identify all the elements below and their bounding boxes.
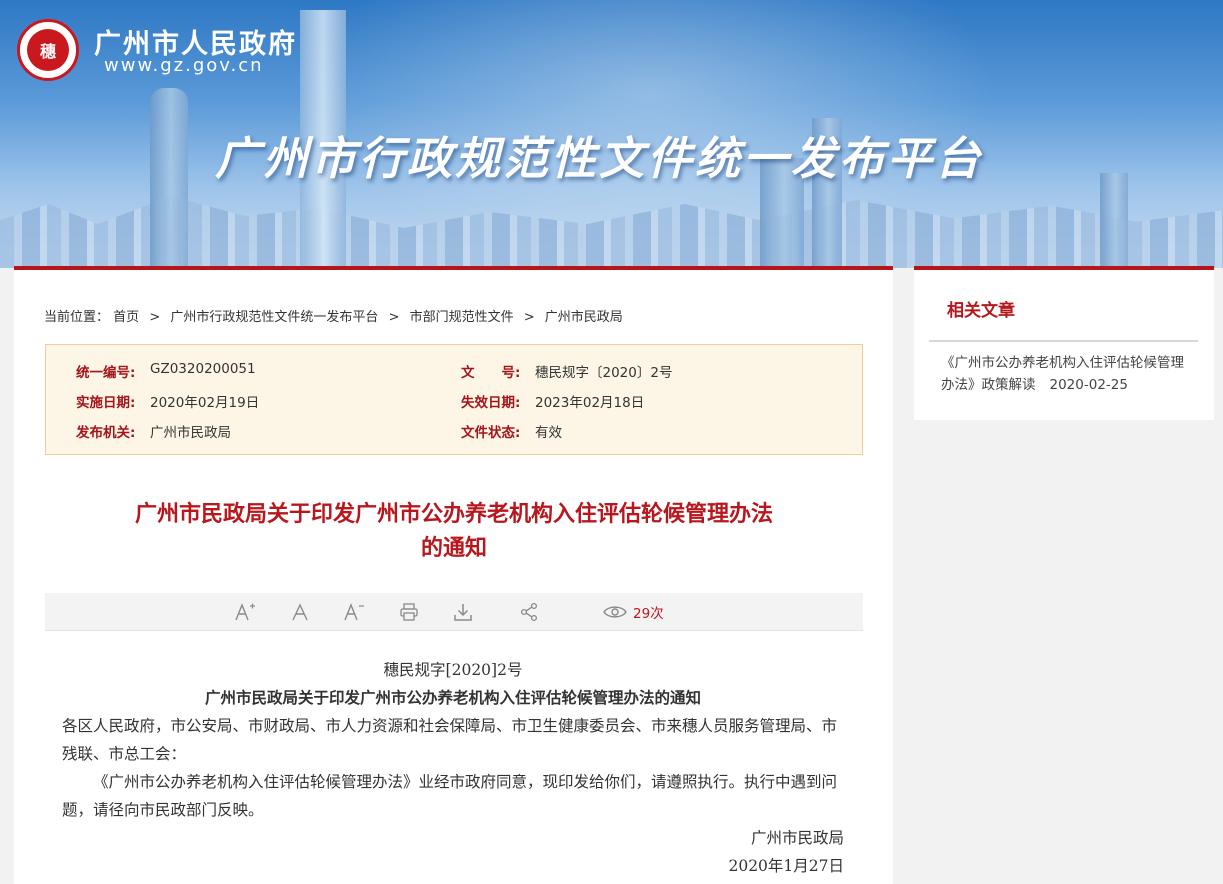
related-articles-panel: 相关文章 《广州市公办养老机构入住评估轮候管理办法》政策解读 2020-02-25 bbox=[914, 266, 1214, 420]
font-normal-icon[interactable] bbox=[288, 593, 312, 630]
body-paragraph: 《广州市公办养老机构入住评估轮候管理办法》业经市政府同意，现印发给你们，请遵照执… bbox=[62, 773, 838, 819]
docno-label: 文 号: bbox=[461, 365, 521, 381]
related-articles-title: 相关文章 bbox=[947, 301, 1015, 321]
download-icon[interactable] bbox=[451, 593, 475, 630]
article-toolbar: 29次 bbox=[45, 593, 863, 631]
government-emblem-logo[interactable]: 穗 bbox=[17, 19, 79, 81]
start-date-label: 实施日期: bbox=[76, 395, 136, 411]
doc-number: 穗民规字[2020]2号 bbox=[383, 661, 523, 679]
recipients: 各区人民政府，市公安局、市财政局、市人力资源和社会保障局、市卫生健康委员会、市来… bbox=[62, 717, 838, 763]
end-date-value: 2023年02月18日 bbox=[535, 395, 645, 411]
banner-tower bbox=[1100, 173, 1128, 268]
print-icon[interactable] bbox=[397, 593, 421, 630]
document-title-line1: 广州市民政局关于印发广州市公办养老机构入住评估轮候管理办法 bbox=[134, 502, 773, 527]
code-label: 统一编号: bbox=[76, 365, 136, 381]
header-banner: 穗 广州市人民政府 www.gz.gov.cn 广州市行政规范性文件统一发布平台 bbox=[0, 0, 1223, 268]
breadcrumb-item-home[interactable]: 首页 bbox=[113, 310, 139, 325]
font-increase-icon[interactable] bbox=[233, 593, 257, 630]
document-title-line2: 的通知 bbox=[420, 536, 487, 561]
platform-title: 广州市行政规范性文件统一发布平台 bbox=[215, 132, 984, 185]
view-count: 29次 bbox=[603, 593, 664, 630]
banner-tower bbox=[150, 88, 188, 268]
eye-icon bbox=[603, 605, 627, 618]
government-url[interactable]: www.gz.gov.cn bbox=[104, 55, 264, 76]
issuer-label: 发布机关: bbox=[76, 425, 136, 441]
document-info-box: 统一编号: GZ0320200051 文 号: 穗民规字〔2020〕2号 实施日… bbox=[45, 344, 863, 455]
breadcrumb: 当前位置： 首页 > 广州市行政规范性文件统一发布平台 > 市部门规范性文件 >… bbox=[44, 306, 629, 325]
related-articles-divider bbox=[929, 340, 1198, 342]
start-date-value: 2020年02月19日 bbox=[150, 395, 260, 411]
code-value: GZ0320200051 bbox=[150, 361, 256, 377]
issuer-value: 广州市民政局 bbox=[150, 425, 231, 441]
emblem-icon: 穗 bbox=[27, 29, 69, 71]
view-count-text: 29次 bbox=[633, 605, 664, 622]
breadcrumb-item-department-docs[interactable]: 市部门规范性文件 bbox=[410, 310, 514, 325]
issue-date: 2020年1月27日 bbox=[728, 857, 844, 875]
breadcrumb-separator: > bbox=[388, 310, 400, 325]
related-article-item[interactable]: 《广州市公办养老机构入住评估轮候管理办法》政策解读 2020-02-25 bbox=[941, 352, 1189, 396]
related-article-date: 2020-02-25 bbox=[1049, 377, 1128, 393]
breadcrumb-item-civil-affairs[interactable]: 广州市民政局 bbox=[545, 310, 623, 325]
breadcrumb-prefix: 当前位置： bbox=[44, 310, 110, 325]
document-title: 广州市民政局关于印发广州市公办养老机构入住评估轮候管理办法 的通知 bbox=[54, 498, 854, 566]
signature: 广州市民政局 bbox=[750, 829, 844, 847]
status-label: 文件状态: bbox=[461, 425, 521, 441]
font-decrease-icon[interactable] bbox=[342, 593, 366, 630]
end-date-label: 失效日期: bbox=[461, 395, 521, 411]
share-icon[interactable] bbox=[517, 593, 541, 630]
breadcrumb-separator: > bbox=[523, 310, 535, 325]
breadcrumb-item-platform[interactable]: 广州市行政规范性文件统一发布平台 bbox=[170, 310, 378, 325]
breadcrumb-separator: > bbox=[149, 310, 161, 325]
document-body: 穗民规字[2020]2号 广州市民政局关于印发广州市公办养老机构入住评估轮候管理… bbox=[62, 656, 844, 880]
notice-title: 广州市民政局关于印发广州市公办养老机构入住评估轮候管理办法的通知 bbox=[204, 688, 701, 707]
docno-value: 穗民规字〔2020〕2号 bbox=[535, 365, 673, 381]
article-panel: 当前位置： 首页 > 广州市行政规范性文件统一发布平台 > 市部门规范性文件 >… bbox=[14, 266, 893, 884]
status-value: 有效 bbox=[535, 425, 562, 441]
